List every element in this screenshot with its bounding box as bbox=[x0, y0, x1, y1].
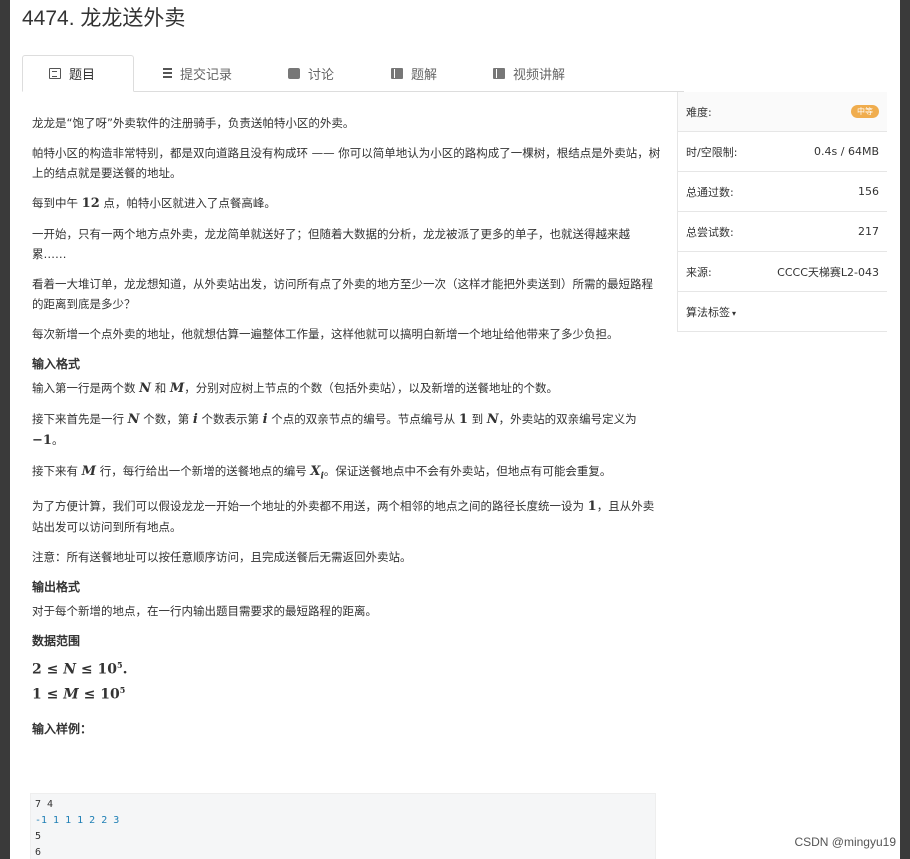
code-line: -1 1 1 1 2 2 3 bbox=[35, 815, 120, 826]
tab-problem[interactable]: 题目 bbox=[22, 55, 134, 92]
paragraph: 对于每个新增的地点，在一行内输出题目需要求的最短路程的距离。 bbox=[32, 604, 377, 619]
paragraph: 看着一大堆订单，龙龙想知道，从外卖站出发，访问所有点了外卖的地方至少一次（这样才… bbox=[32, 277, 653, 311]
input-format-heading: 输入格式 bbox=[32, 357, 81, 371]
tab-bar: 题目 提交记录 讨论 题解 视频讲解 bbox=[22, 55, 684, 92]
code-line: 5 bbox=[35, 831, 42, 842]
tab-submissions[interactable]: 提交记录 bbox=[134, 55, 252, 92]
sample-input-code: 7 4 -1 1 1 1 2 2 3 5 6 bbox=[30, 793, 656, 859]
paragraph: 输入第一行是两个数 N 和 M，分别对应树上节点的个数（包括外卖站），以及新增的… bbox=[32, 381, 558, 396]
code-line: 6 bbox=[35, 847, 42, 858]
tab-label: 提交记录 bbox=[180, 68, 233, 83]
info-value: 217 bbox=[858, 225, 879, 238]
limits-row: 时/空限制: 0.4s / 64MB bbox=[678, 132, 887, 172]
watermark: CSDN @mingyu19 bbox=[794, 835, 896, 849]
tab-label: 讨论 bbox=[308, 68, 335, 83]
range-n: 2 ≤ N ≤ 105. bbox=[32, 660, 128, 678]
algorithm-tags-toggle[interactable]: 算法标签 bbox=[678, 292, 887, 332]
info-label: 算法标签 bbox=[686, 304, 736, 320]
paragraph: 每次新增一个点外卖的地址，他就想估算一遍整体工作量，这样他就可以搞明白新增一个地… bbox=[32, 327, 619, 341]
paragraph: 为了方便计算，我们可以假设龙龙一开始一个地址的外卖都不用送，两个相邻的地点之间的… bbox=[32, 499, 655, 535]
info-value: CCCC天梯赛L2-043 bbox=[777, 265, 879, 279]
problem-description: 龙龙是“饱了呀”外卖软件的注册骑手，负责送帕特小区的外卖。 帕特小区的构造非常特… bbox=[32, 113, 664, 743]
paragraph: 帕特小区的构造非常特别，都是双向道路且没有构成环 —— 你可以简单地认为小区的路… bbox=[32, 146, 661, 180]
difficulty-row: 难度: 中等 bbox=[678, 92, 887, 132]
list-icon bbox=[49, 68, 61, 79]
paragraph: 接下来有 M 行，每行给出一个新增的送餐地点的编号 Xi。保证送餐地点中不会有外… bbox=[32, 464, 612, 482]
difficulty-badge: 中等 bbox=[851, 105, 879, 118]
sample-input-heading: 输入样例： bbox=[32, 721, 93, 736]
accepted-row: 总通过数: 156 bbox=[678, 172, 887, 212]
code-line: 7 4 bbox=[35, 799, 54, 810]
info-label: 难度: bbox=[686, 105, 712, 119]
tab-discussion[interactable]: 讨论 bbox=[262, 55, 354, 92]
tab-label: 视频讲解 bbox=[513, 68, 566, 83]
paragraph: 龙龙是“饱了呀”外卖软件的注册骑手，负责送帕特小区的外卖。 bbox=[32, 116, 355, 130]
book-icon bbox=[493, 68, 505, 79]
source-row: 来源: CCCC天梯赛L2-043 bbox=[678, 252, 887, 292]
output-format-heading: 输出格式 bbox=[32, 580, 81, 595]
problem-page: 4474. 龙龙送外卖 题目 提交记录 讨论 题解 视频讲解 龙龙是“饱了呀”外… bbox=[10, 0, 900, 859]
range-m: 1 ≤ M ≤ 105 bbox=[32, 684, 126, 703]
tab-label: 题目 bbox=[69, 68, 96, 83]
paragraph: 每到中午 12 点，帕特小区就进入了点餐高峰。 bbox=[32, 196, 276, 211]
info-label: 来源: bbox=[686, 265, 712, 279]
info-label: 总通过数: bbox=[686, 185, 734, 199]
attempts-row: 总尝试数: 217 bbox=[678, 212, 887, 252]
info-value: 156 bbox=[858, 185, 879, 198]
tab-video[interactable]: 视频讲解 bbox=[467, 55, 585, 92]
list-icon bbox=[160, 68, 172, 79]
tab-solutions[interactable]: 题解 bbox=[365, 55, 457, 92]
paragraph: 接下来首先是一行 N 个数，第 i 个数表示第 i 个点的双亲节点的编号。节点编… bbox=[32, 412, 637, 448]
info-label: 时/空限制: bbox=[686, 145, 738, 159]
info-label: 总尝试数: bbox=[686, 225, 734, 239]
problem-info-sidebar: 难度: 中等 时/空限制: 0.4s / 64MB 总通过数: 156 总尝试数… bbox=[677, 92, 887, 332]
data-range-heading: 数据范围 bbox=[32, 634, 81, 649]
tab-label: 题解 bbox=[411, 68, 438, 83]
paragraph: 注意：所有送餐地址可以按任意顺序访问，且完成送餐后无需返回外卖站。 bbox=[32, 550, 412, 565]
info-value: 0.4s / 64MB bbox=[814, 145, 879, 158]
book-icon bbox=[391, 68, 403, 79]
chat-icon bbox=[288, 68, 300, 79]
paragraph: 一开始，只有一两个地方点外卖，龙龙简单就送好了；但随着大数据的分析，龙龙被派了更… bbox=[32, 227, 630, 261]
page-title: 4474. 龙龙送外卖 bbox=[22, 7, 186, 30]
